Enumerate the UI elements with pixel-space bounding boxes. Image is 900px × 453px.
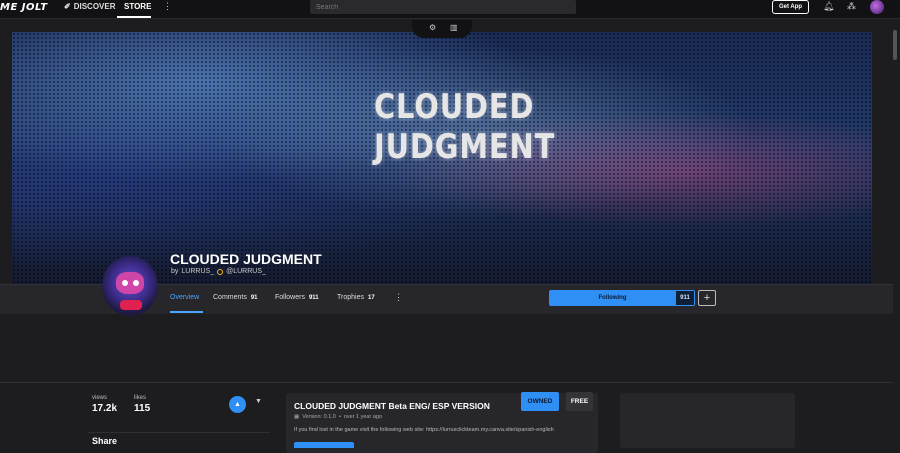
banner-tools: ⚙ ▥ (412, 20, 472, 38)
discover-link[interactable]: ✐ DISCOVER (64, 2, 116, 11)
active-tab-indicator (170, 311, 203, 313)
scrollbar[interactable] (893, 30, 897, 60)
discover-icon: ✐ (64, 2, 71, 11)
author-handle[interactable]: @LURRUS_ (226, 268, 266, 275)
share-heading: Share (92, 436, 118, 446)
follower-count: 911 (676, 291, 694, 305)
tab-comments[interactable]: Comments 91 (213, 294, 258, 301)
owned-button[interactable]: OWNED (521, 392, 559, 411)
download-button[interactable] (294, 442, 354, 448)
add-to-playlist-button[interactable]: + (698, 290, 716, 306)
package-age: over 1 year ago (343, 414, 382, 420)
banner-line-1: CLOUDED (374, 87, 535, 127)
likes-label: likes (134, 395, 147, 401)
tab-count: 911 (308, 294, 319, 301)
windows-icon: ▦ (294, 414, 300, 420)
price-badge: FREE (566, 392, 593, 411)
user-avatar[interactable] (870, 0, 884, 14)
byline: by LURRUS_ @LURRUS_ (171, 268, 266, 275)
avatar-eye (133, 280, 139, 286)
top-nav: ME JOLT ✐ DISCOVER STORE ⋮ Get App 🔔︎ ⁂ (0, 0, 900, 19)
banner-line-2: JUDGMENT (374, 127, 556, 167)
tab-label: Trophies (337, 294, 364, 301)
banner-title-art: CLOUDED JUDGMENT (362, 87, 556, 167)
avatar-bow (120, 300, 142, 310)
store-active-indicator (117, 16, 151, 18)
get-app-button[interactable]: Get App (772, 0, 809, 14)
divider (0, 382, 893, 383)
likes-value: 115 (134, 403, 151, 414)
gamejolt-logo[interactable]: ME JOLT (0, 2, 48, 13)
tab-followers[interactable]: Followers 911 (275, 294, 319, 301)
package-version: Version: 0.1.0 (302, 414, 336, 420)
avatar-face (116, 272, 144, 294)
author-name[interactable]: LURRUS_ (181, 268, 214, 275)
tab-label: Overview (170, 294, 200, 301)
game-avatar[interactable] (102, 256, 158, 316)
tab-overview[interactable]: Overview (170, 294, 199, 301)
store-label: STORE (124, 2, 152, 11)
by-prefix: by (171, 268, 179, 275)
game-banner: CLOUDED JUDGMENT (12, 32, 872, 284)
separator-dot: • (338, 414, 341, 420)
thumbs-down-icon[interactable]: ▼ (255, 398, 262, 405)
game-title: CLOUDED JUDGMENT (170, 251, 322, 267)
gear-icon[interactable]: ⚙ (429, 23, 436, 32)
store-link[interactable]: STORE (124, 2, 151, 11)
avatar-eye (122, 280, 128, 286)
tab-more-icon[interactable]: ⋮ (394, 292, 403, 303)
thumbs-up-icon: ▲ (234, 401, 241, 408)
stats-icon[interactable]: ▥ (450, 23, 458, 32)
tab-label: Comments (213, 294, 247, 301)
search-input[interactable] (310, 0, 576, 14)
sidebar-card (620, 393, 795, 448)
bell-icon[interactable]: 🔔︎ (823, 1, 834, 12)
more-menu-icon[interactable]: ⋮ (163, 1, 172, 12)
like-button[interactable]: ▲ (229, 396, 246, 413)
package-description: If you find lost in the game visit the f… (294, 427, 554, 433)
tab-count: 91 (250, 294, 258, 301)
tab-label: Followers (275, 294, 305, 301)
following-button[interactable]: Following 911 (549, 290, 695, 306)
tab-trophies[interactable]: Trophies 17 (337, 294, 375, 301)
package-meta: ▦ Version: 0.1.0 • over 1 year ago (294, 414, 382, 420)
verified-icon (217, 268, 224, 275)
discover-label: DISCOVER (73, 2, 116, 11)
activity-icon[interactable]: ⁂ (847, 1, 856, 12)
views-value: 17.2k (92, 403, 118, 414)
following-label: Following (598, 295, 627, 301)
package-title: CLOUDED JUDGMENT Beta ENG/ ESP VERSION (294, 401, 490, 411)
share-divider (88, 432, 270, 433)
tab-count: 17 (367, 294, 375, 301)
views-label: views (92, 395, 108, 401)
